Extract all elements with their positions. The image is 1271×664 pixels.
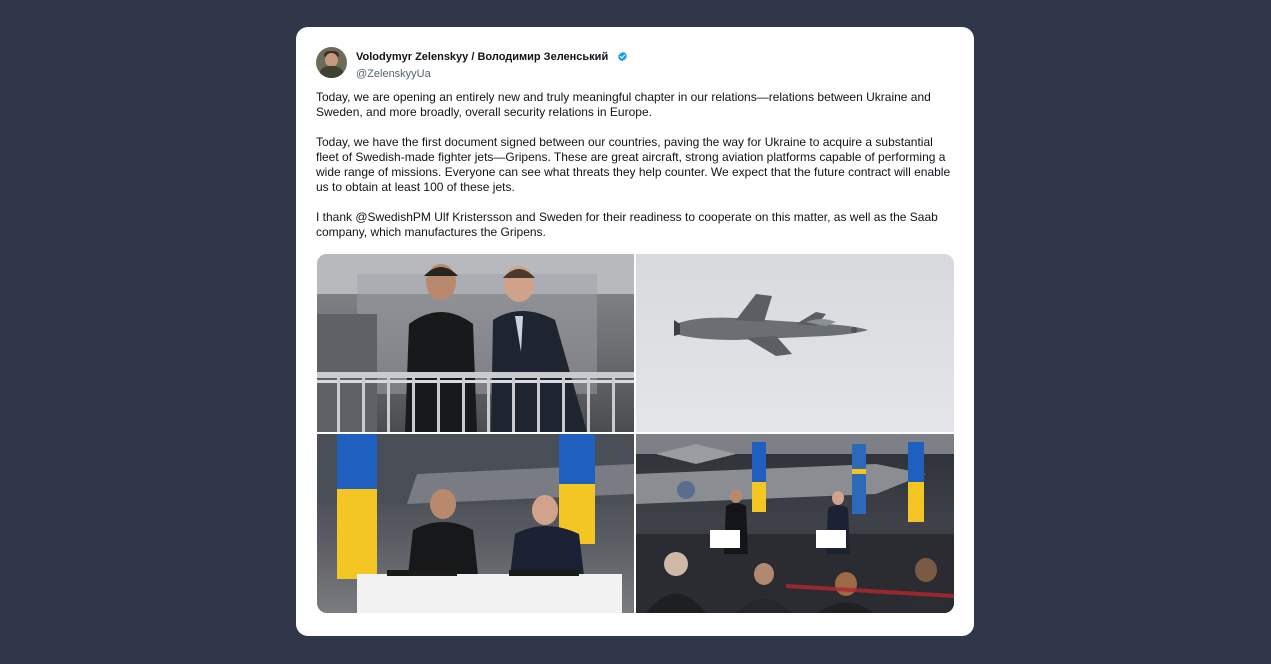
tweet-paragraph-3: I thank @SwedishPM Ulf Kristersson and S… (316, 210, 938, 239)
tweet-text: Today, we are opening an entirely new an… (316, 90, 956, 255)
photo-signing-ceremony[interactable] (317, 434, 634, 613)
photo-grid (317, 254, 954, 613)
avatar[interactable] (316, 47, 347, 78)
author-block: Volodymyr Zelenskyy / Володимир Зеленськ… (356, 48, 628, 80)
tweet-card: Volodymyr Zelenskyy / Володимир Зеленськ… (296, 27, 974, 636)
photo-leaders-railing[interactable] (317, 254, 634, 432)
photo-press-conference[interactable] (636, 434, 954, 613)
photo-gripen-flight[interactable] (636, 254, 954, 432)
tweet-paragraph-1: Today, we are opening an entirely new an… (316, 90, 931, 119)
display-name[interactable]: Volodymyr Zelenskyy / Володимир Зеленськ… (356, 51, 608, 63)
handle[interactable]: @ZelenskyyUa (356, 68, 628, 80)
verified-badge-icon (617, 51, 628, 62)
tweet-paragraph-2: Today, we have the first document signed… (316, 135, 951, 194)
